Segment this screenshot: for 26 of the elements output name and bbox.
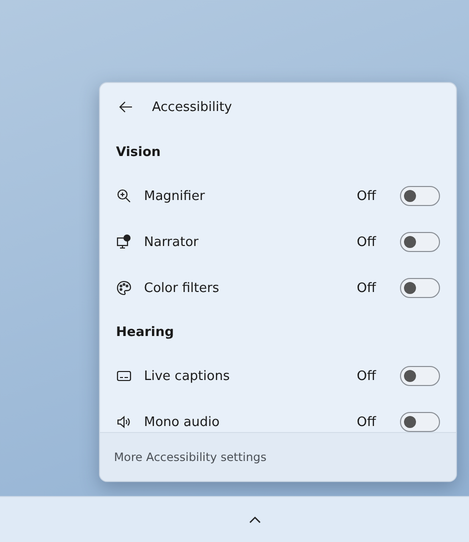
palette-icon [116, 280, 132, 296]
toggle-switch[interactable] [400, 412, 440, 432]
section-heading: Hearing [115, 324, 175, 342]
setting-label: Mono audio [144, 414, 221, 430]
chevron-up-icon[interactable] [248, 514, 262, 524]
toggle-state: Off [356, 368, 376, 384]
magnifier-icon [116, 188, 132, 204]
toggle-switch[interactable] [400, 366, 440, 386]
speaker-icon [116, 414, 132, 430]
section-heading: Vision [115, 144, 162, 162]
back-arrow-icon [118, 99, 134, 115]
toggle-state: Off [356, 414, 376, 430]
setting-label: Magnifier [144, 188, 206, 204]
settings-link[interactable]: More Accessibility settings [114, 450, 266, 464]
toggle-switch[interactable] [400, 278, 440, 298]
toggle-state: Off [356, 234, 376, 250]
setting-label: Narrator [144, 234, 200, 250]
panel-title: Accessibility [152, 100, 232, 114]
toggle-state: Off [356, 280, 376, 296]
captions-icon [116, 368, 132, 384]
toggle-switch[interactable] [400, 232, 440, 252]
toggle-state: Off [356, 188, 376, 204]
setting-label: Color filters [144, 280, 220, 296]
setting-label: Live captions [144, 368, 231, 384]
narrator-icon [116, 234, 132, 250]
toggle-switch[interactable] [400, 186, 440, 206]
